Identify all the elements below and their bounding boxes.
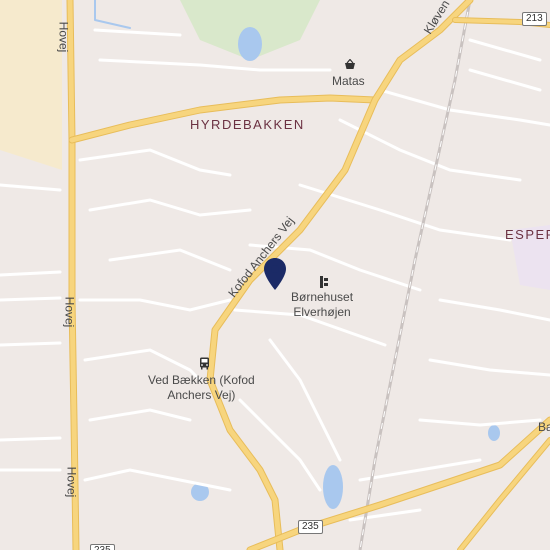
shopping-basket-icon[interactable]	[344, 57, 356, 75]
map-pin-icon[interactable]	[263, 257, 287, 296]
lake	[323, 465, 343, 509]
commercial-area	[0, 0, 62, 170]
road-label-hovej: Hovej	[62, 296, 77, 328]
poi-label-line: Anchers Vej)	[167, 388, 236, 402]
road-label-hovej: Hovej	[56, 21, 71, 53]
road-label-hovej: Hovej	[64, 466, 79, 498]
poi-label-matas[interactable]: Matas	[332, 74, 365, 89]
poi-label-line: Elverhøjen	[293, 305, 351, 319]
poi-label-line: Ved Bækken (Kofod	[148, 373, 255, 387]
minor-road	[0, 341, 62, 347]
area-label-espergaerde: ESPER	[505, 227, 550, 242]
map-view[interactable]: HYRDEBAKKEN ESPER Hovej Hovej Hovej Kofo…	[0, 0, 550, 550]
route-shield-bottom-left: 235	[90, 544, 115, 550]
poi-label-ved-baekken[interactable]: Ved Bækken (Kofod Anchers Vej)	[148, 373, 255, 403]
route-shield-213: 213	[522, 12, 547, 26]
poi-label-boernehuset[interactable]: Børnehuset Elverhøjen	[291, 290, 353, 320]
edge-label: Ba	[538, 420, 550, 434]
route-shield-235: 235	[298, 520, 323, 534]
lake	[238, 27, 262, 61]
minor-road	[0, 436, 62, 442]
lake	[488, 425, 500, 441]
minor-road	[0, 296, 62, 302]
area-label-hyrdebakken: HYRDEBAKKEN	[190, 117, 305, 132]
poi-label-line: Børnehuset	[291, 290, 354, 304]
